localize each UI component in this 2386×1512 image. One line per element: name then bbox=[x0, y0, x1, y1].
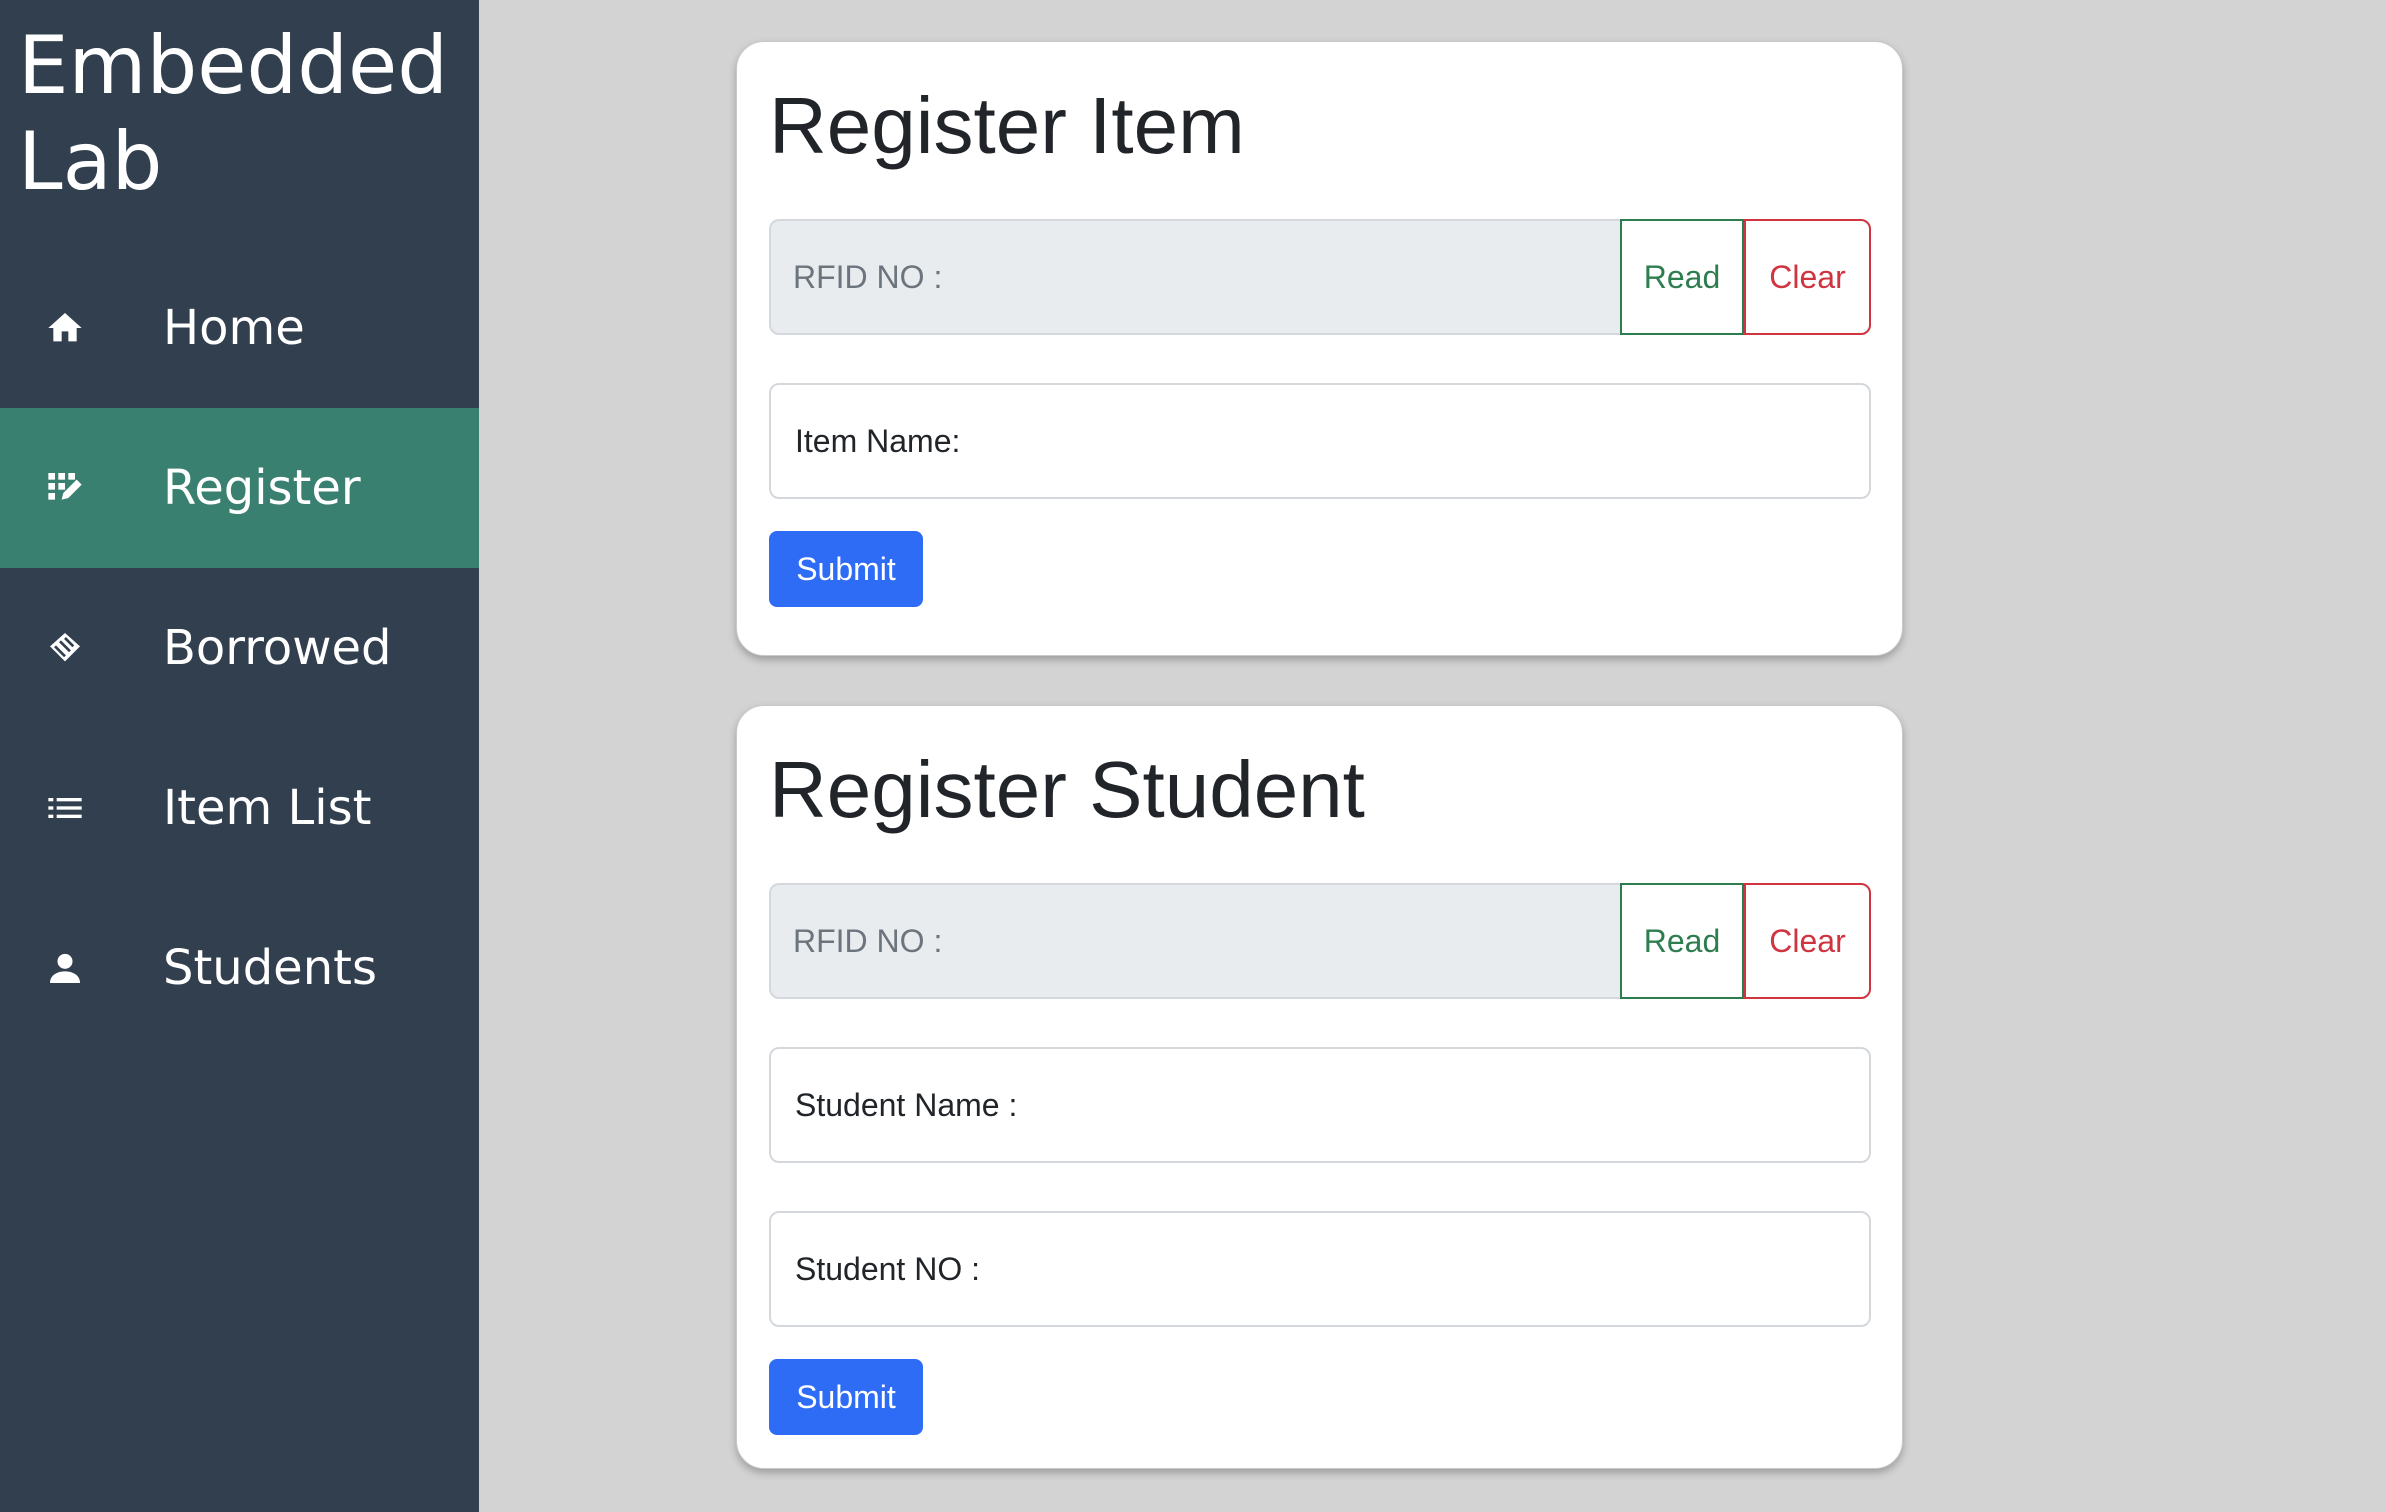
rfid-input[interactable] bbox=[769, 219, 1620, 335]
brand-title: Embedded Lab bbox=[18, 19, 449, 208]
clear-button[interactable]: Clear bbox=[1744, 219, 1871, 335]
rfid-input[interactable] bbox=[769, 883, 1620, 999]
sidebar-item-label: Register bbox=[163, 460, 361, 516]
sidebar-item-item-list[interactable]: Item List bbox=[0, 728, 479, 888]
person-icon bbox=[0, 948, 130, 988]
student-no-field[interactable] bbox=[769, 1211, 1871, 1327]
rfid-input-group: Read Clear bbox=[769, 883, 1871, 999]
item-name-field[interactable] bbox=[769, 383, 1871, 499]
home-icon bbox=[0, 308, 130, 348]
submit-item-button[interactable]: Submit bbox=[769, 531, 923, 607]
sidebar-item-register[interactable]: Register bbox=[0, 408, 479, 568]
submit-student-button[interactable]: Submit bbox=[769, 1359, 923, 1435]
register-student-card: Register Student Read Clear Submit bbox=[736, 705, 1903, 1469]
read-button[interactable]: Read bbox=[1620, 883, 1744, 999]
read-button[interactable]: Read bbox=[1620, 219, 1744, 335]
sidebar-item-label: Home bbox=[163, 300, 305, 356]
student-name-field[interactable] bbox=[769, 1047, 1871, 1163]
register-item-card: Register Item Read Clear Submit bbox=[736, 41, 1903, 656]
handshake-icon bbox=[0, 628, 130, 668]
sidebar-item-label: Borrowed bbox=[163, 620, 392, 676]
register-student-title: Register Student bbox=[769, 745, 1365, 834]
sidebar-item-label: Students bbox=[163, 940, 377, 996]
sidebar-item-label: Item List bbox=[163, 780, 372, 836]
sidebar: Embedded Lab Home Register Borrowed Item… bbox=[0, 0, 479, 1512]
sidebar-item-borrowed[interactable]: Borrowed bbox=[0, 568, 479, 728]
sidebar-item-home[interactable]: Home bbox=[0, 248, 479, 408]
sidebar-item-students[interactable]: Students bbox=[0, 888, 479, 1048]
clear-button[interactable]: Clear bbox=[1744, 883, 1871, 999]
list-icon bbox=[0, 788, 130, 828]
rfid-input-group: Read Clear bbox=[769, 219, 1871, 335]
register-icon bbox=[0, 468, 130, 508]
register-item-title: Register Item bbox=[769, 81, 1245, 170]
